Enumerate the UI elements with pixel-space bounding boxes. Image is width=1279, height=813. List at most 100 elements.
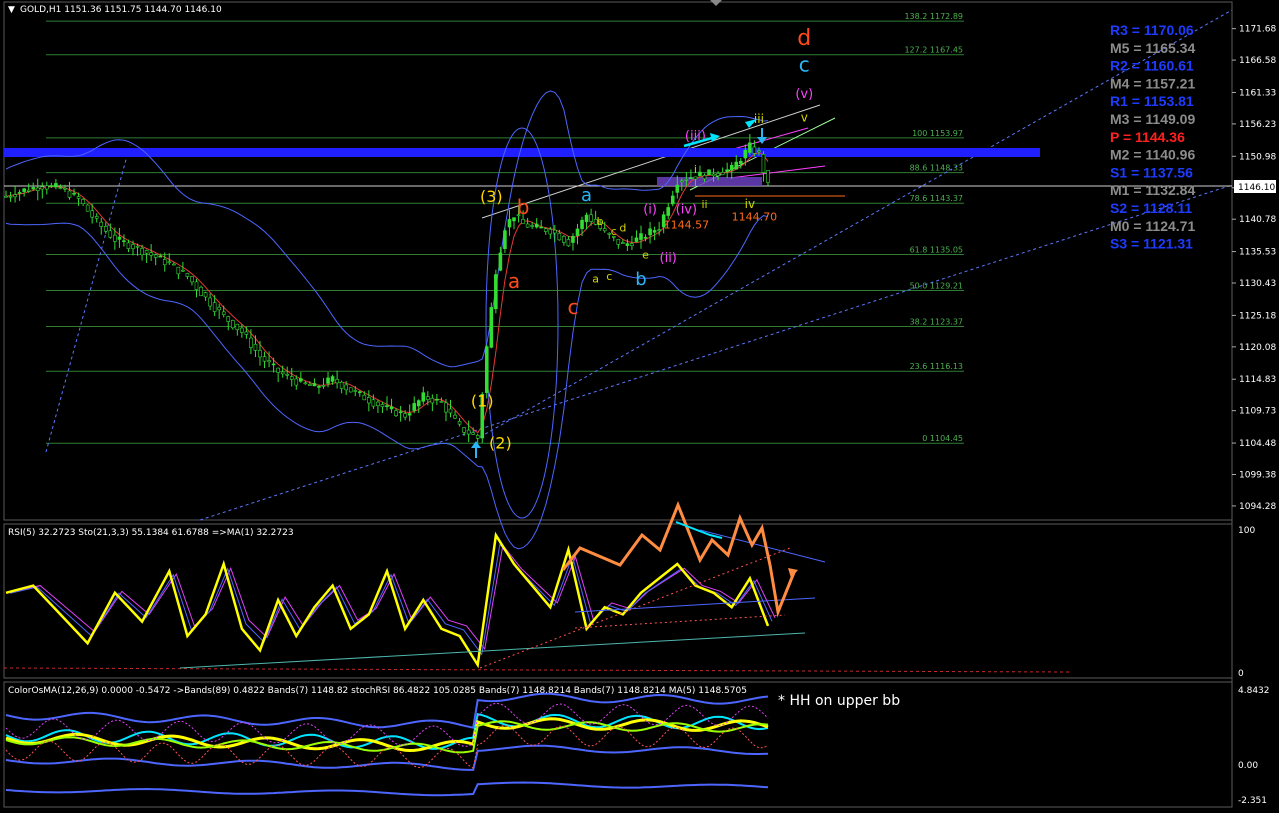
candle-body (394, 410, 398, 416)
candle-body (344, 384, 348, 391)
candle-body (63, 187, 67, 190)
candle-body (299, 378, 303, 382)
candle-body (657, 229, 661, 232)
fib-level-label: 127.2 1167.45 (904, 46, 963, 55)
wave-label: e (642, 249, 649, 262)
candle-body (720, 172, 725, 176)
candle-body (453, 414, 457, 419)
candle-body (117, 236, 122, 240)
candle-body (312, 383, 317, 387)
wave-label: iv (745, 197, 755, 211)
pivot-label: M1 = 1132.84 (1110, 182, 1195, 198)
wave-label: d (797, 26, 811, 51)
price-tick-label: 1130.43 (1239, 279, 1276, 289)
chart-collapse-icon[interactable]: ▼ (8, 5, 15, 15)
candle-body (525, 223, 530, 228)
candle-body (203, 292, 208, 298)
candle-body (521, 219, 525, 224)
candle-body (285, 374, 290, 376)
candle-body (199, 286, 203, 297)
candle-body (113, 234, 117, 242)
fib-level-label: 23.6 1116.13 (910, 362, 963, 371)
osma-tick-bottom: -2.351 (1238, 796, 1267, 806)
candle-body (339, 381, 344, 389)
candle-body (380, 404, 385, 408)
price-tick-label: 1135.53 (1239, 248, 1276, 258)
candle-body (385, 405, 389, 407)
pivot-label: M2 = 1140.96 (1110, 147, 1195, 163)
fib-level-label: 61.8 1135.05 (910, 246, 963, 255)
wave-label: 1144.70 (732, 210, 778, 223)
candle-body (670, 195, 675, 205)
candle-body (85, 204, 90, 212)
wave-label: a (592, 273, 599, 286)
candle-body (35, 187, 40, 192)
wave-label: (3) (480, 187, 503, 206)
wave-label: b (597, 215, 604, 228)
candle-body (543, 228, 548, 232)
candle-body (335, 379, 339, 384)
fib-level-label: 100 1153.97 (912, 129, 963, 138)
candle-body (412, 403, 417, 411)
candle-body (471, 432, 475, 435)
resistance-band-rect (4, 148, 1040, 157)
candle-body (217, 306, 221, 311)
candle-body (752, 146, 757, 154)
wave-label: (ii) (660, 251, 677, 266)
price-tick-label: 1161.33 (1239, 88, 1276, 98)
osma-tick-top: 4.8432 (1238, 686, 1270, 696)
candle-body (621, 242, 625, 244)
wave-label: (i) (643, 203, 657, 218)
candle-body (548, 229, 553, 235)
fib-level-label: 138.2 1172.89 (904, 12, 963, 21)
candle-body (22, 188, 26, 192)
candle-body (131, 244, 135, 249)
wave-label: c (567, 295, 578, 319)
pivot-label: M4 = 1157.21 (1110, 75, 1195, 91)
candle-body (389, 406, 394, 410)
purple-zone-rect (657, 177, 762, 186)
candle-body (317, 386, 321, 388)
fib-level-label: 50.0 1129.21 (910, 282, 963, 291)
wave-label: b (517, 195, 530, 219)
rsi-tick-100: 100 (1238, 526, 1255, 536)
price-tick-label: 1140.78 (1239, 215, 1276, 225)
candle-body (289, 376, 294, 380)
candle-body (698, 171, 702, 177)
candle-body (371, 399, 376, 407)
candle-body (253, 343, 258, 351)
candle-body (212, 302, 217, 312)
osma-tick-zero: 0.00 (1238, 761, 1258, 771)
candle-body (729, 164, 734, 171)
candle-body (666, 207, 671, 216)
candle-body (557, 232, 562, 241)
candle-body (716, 173, 720, 176)
candle-body (262, 356, 267, 362)
candle-body (689, 177, 693, 180)
wave-label: c (799, 53, 810, 77)
candle-body (625, 243, 630, 246)
candle-body (357, 391, 362, 394)
candle-body (738, 160, 743, 164)
wave-label: a (581, 185, 592, 206)
candle-body (158, 255, 163, 258)
candle-body (444, 402, 448, 413)
pivot-label: M3 = 1149.09 (1110, 111, 1195, 127)
candle-body (90, 210, 94, 218)
candle-body (4, 195, 8, 198)
candle-body (575, 228, 580, 236)
candle-body (294, 378, 299, 386)
candle-body (439, 400, 444, 403)
wave-label: d (619, 221, 626, 234)
candle-body (680, 180, 684, 183)
candle-body (8, 195, 13, 198)
candle-body (634, 237, 639, 242)
candle-body (766, 170, 770, 183)
pivot-label: S3 = 1121.31 (1110, 236, 1193, 252)
candle-body (675, 184, 680, 193)
candle-body (639, 233, 643, 240)
wave-label: (iv) (676, 203, 697, 218)
candle-body (226, 316, 231, 322)
price-tick-label: 1099.38 (1239, 470, 1276, 480)
candle-body (489, 307, 494, 348)
